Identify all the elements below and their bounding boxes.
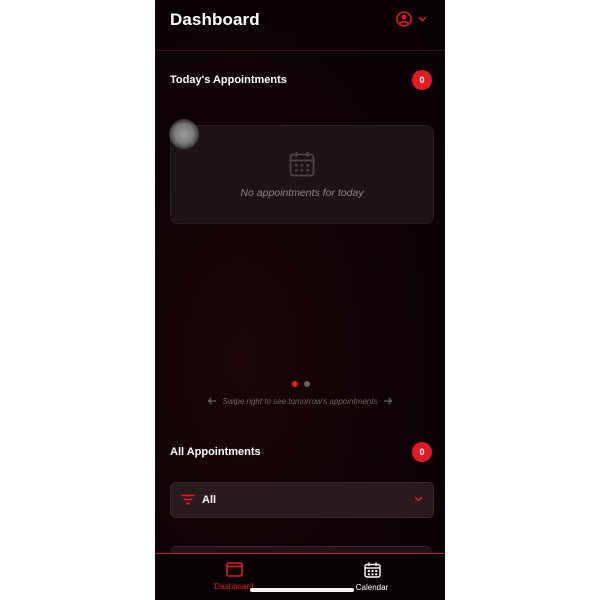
calendar-icon	[363, 562, 381, 578]
swipe-hint-text: Swipe right to see tomorrow's appointmen…	[222, 396, 378, 406]
all-appointments-title: All Appointments	[170, 446, 261, 458]
app-screen: Dashboard Today's Appointments 0 No appo	[155, 0, 445, 600]
page-indicator	[292, 381, 310, 387]
calendar-empty-icon	[289, 152, 315, 177]
dashboard-icon	[225, 562, 243, 577]
chevron-down-icon	[414, 496, 423, 502]
user-icon	[396, 11, 412, 27]
bottom-tab-bar: Dashboard Calendar	[155, 553, 445, 600]
filter-icon	[181, 494, 195, 505]
chevron-down-icon	[418, 16, 427, 22]
arrow-left-icon[interactable]	[207, 397, 217, 405]
todays-appointments-title: Today's Appointments	[170, 74, 287, 86]
arrow-right-icon[interactable]	[383, 397, 393, 405]
all-count-badge: 0	[412, 442, 432, 462]
todays-appointments-card[interactable]: No appointments for today	[170, 125, 434, 224]
page-dot[interactable]	[304, 381, 310, 387]
page-dot-active[interactable]	[292, 381, 298, 387]
filter-select[interactable]: All	[170, 482, 434, 518]
touch-indicator	[169, 119, 199, 149]
top-bar: Dashboard	[155, 0, 445, 51]
page-title: Dashboard	[170, 10, 260, 29]
tab-dashboard[interactable]: Dashboard	[204, 562, 264, 591]
home-indicator[interactable]	[250, 588, 354, 592]
profile-menu-button[interactable]	[396, 11, 427, 27]
swipe-hint: Swipe right to see tomorrow's appointmen…	[155, 395, 445, 407]
empty-state-message: No appointments for today	[240, 187, 364, 199]
filter-selected-value: All	[202, 494, 217, 506]
todays-count-badge: 0	[412, 70, 432, 90]
